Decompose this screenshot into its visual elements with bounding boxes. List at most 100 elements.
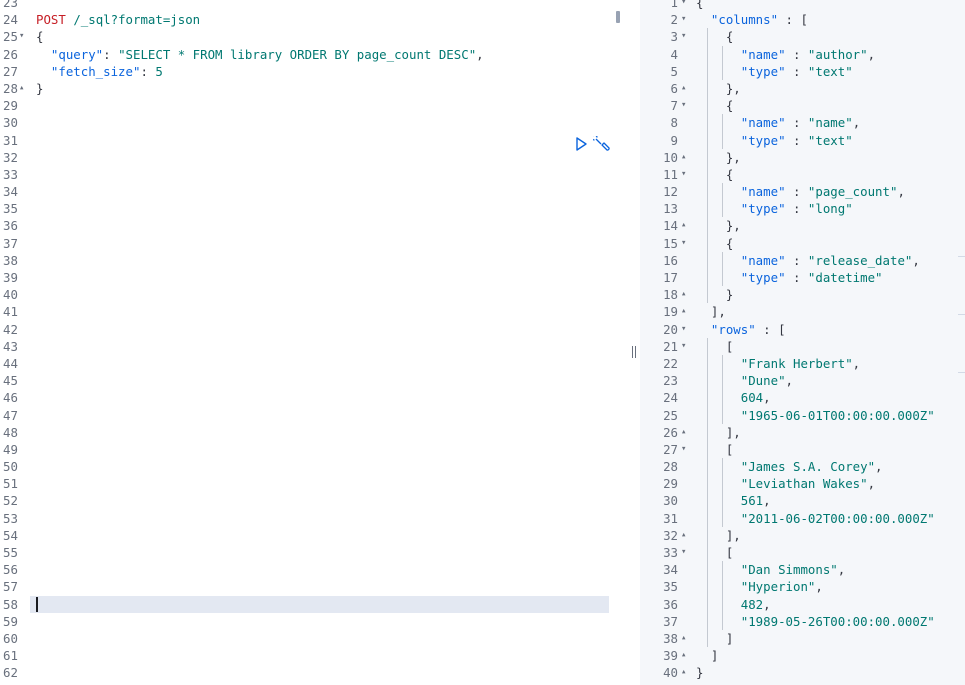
editor-line[interactable]: 50 — [0, 458, 628, 475]
editor-line[interactable]: 45 — [0, 372, 628, 389]
punctuation: : — [785, 46, 801, 62]
editor-line[interactable]: 25 ▾{ — [0, 28, 628, 45]
editor-line[interactable]: 61 — [0, 647, 628, 664]
indent-guide — [707, 79, 709, 98]
json-string: "datetime" — [807, 270, 883, 285]
editor-line[interactable]: 60 — [0, 630, 628, 647]
fold-toggle-icon[interactable]: ▴ — [681, 303, 686, 320]
punctuation: : — [785, 184, 801, 200]
editor-line[interactable]: 48 — [0, 424, 628, 441]
fold-toggle-icon[interactable]: ▾ — [681, 97, 686, 114]
punctuation: , — [867, 46, 876, 62]
editor-line[interactable]: 35 — [0, 200, 628, 217]
fold-toggle-icon[interactable]: ▴ — [681, 149, 686, 166]
wrench-icon[interactable] — [591, 134, 611, 154]
editor-line[interactable]: 37 — [0, 235, 628, 252]
editor-line[interactable]: 49 — [0, 441, 628, 458]
fold-toggle-icon[interactable]: ▴ — [681, 664, 686, 681]
line-number: 23 — [663, 373, 678, 389]
response-line: 21 ▾ [ — [640, 337, 965, 355]
editor-line[interactable]: 30 — [0, 114, 628, 131]
editor-scrollbar-thumb[interactable] — [616, 11, 620, 23]
fold-toggle-icon[interactable]: ▴ — [681, 80, 686, 97]
request-editor[interactable]: 23 24 POST /_sql?format=json 25 ▾{26 "query"… — [0, 0, 628, 685]
fold-toggle-icon[interactable]: ▾ — [19, 28, 24, 45]
editor-line[interactable]: 57 — [0, 578, 628, 595]
editor-line[interactable]: 28 ▴} — [0, 80, 628, 97]
editor-line[interactable]: 53 — [0, 510, 628, 527]
editor-line[interactable]: 38 — [0, 252, 628, 269]
editor-line[interactable]: 36 — [0, 217, 628, 234]
editor-line[interactable]: 56 — [0, 561, 628, 578]
editor-line[interactable]: 40 — [0, 286, 628, 303]
fold-toggle-icon[interactable]: ▾ — [681, 544, 686, 561]
punctuation: , — [815, 579, 823, 595]
editor-line[interactable]: 34 — [0, 183, 628, 200]
line-number: 36 — [663, 596, 678, 612]
fold-toggle-icon[interactable]: ▾ — [681, 28, 686, 45]
line-number: 22 — [663, 355, 678, 371]
fold-toggle-icon[interactable]: ▾ — [681, 338, 686, 355]
fold-toggle-icon[interactable]: ▴ — [681, 630, 686, 647]
editor-line[interactable]: 32 — [0, 149, 628, 166]
indent-guide — [722, 45, 724, 63]
editor-line[interactable]: 29 — [0, 97, 628, 114]
fold-toggle-icon[interactable]: ▴ — [19, 80, 24, 97]
editor-line[interactable]: 44 — [0, 355, 628, 372]
editor-line[interactable]: 23 — [0, 0, 628, 11]
fold-toggle-icon[interactable]: ▴ — [681, 527, 686, 544]
editor-line[interactable]: 42 — [0, 321, 628, 338]
editor-line[interactable]: 46 — [0, 389, 628, 406]
indent-guide — [722, 131, 724, 149]
response-viewer[interactable]: 1 ▾{2 ▾ "columns" : [3 ▾ {4 "name" : "autho… — [640, 0, 965, 685]
fold-toggle-icon[interactable]: ▾ — [681, 441, 686, 458]
line-number: 30 — [663, 493, 678, 509]
punctuation — [696, 12, 711, 27]
json-key: "type" — [740, 63, 786, 79]
json-key: "name" — [740, 115, 786, 131]
code-text: { — [696, 97, 733, 114]
editor-line[interactable]: 52 — [0, 492, 628, 509]
editor-line[interactable]: 39 — [0, 269, 628, 286]
pane-resizer[interactable] — [628, 0, 640, 685]
fold-toggle-icon[interactable]: ▾ — [681, 166, 686, 183]
editor-line[interactable]: 31 — [0, 132, 628, 149]
punctuation: } — [696, 665, 704, 681]
json-key: "name" — [740, 252, 786, 268]
line-number: 10 — [663, 149, 678, 165]
fold-toggle-icon[interactable]: ▴ — [681, 217, 686, 234]
editor-line[interactable]: 58 — [0, 596, 628, 613]
line-number: 35 — [663, 579, 678, 595]
editor-line[interactable]: 27 "fetch_size": 5 — [0, 63, 628, 80]
punctuation: : — [785, 252, 801, 268]
fold-toggle-icon[interactable]: ▾ — [681, 321, 686, 338]
line-number: 62 — [3, 665, 18, 681]
code-text: "rows" : [ — [696, 321, 786, 338]
fold-toggle-icon[interactable]: ▾ — [681, 235, 686, 252]
editor-line[interactable]: 43 — [0, 338, 628, 355]
line-number: 42 — [3, 321, 18, 337]
indent-guide — [722, 389, 724, 407]
line-number: 5 — [670, 63, 678, 79]
punctuation: { — [36, 29, 44, 45]
editor-line[interactable]: 55 — [0, 544, 628, 561]
line-number: 54 — [3, 527, 18, 543]
editor-line[interactable]: 51 — [0, 475, 628, 492]
fold-toggle-icon[interactable]: ▾ — [681, 0, 686, 11]
punctuation — [696, 47, 741, 62]
editor-line[interactable]: 24 POST /_sql?format=json — [0, 11, 628, 28]
fold-toggle-icon[interactable]: ▴ — [681, 424, 686, 441]
play-icon[interactable] — [574, 136, 592, 154]
editor-line[interactable]: 59 — [0, 613, 628, 630]
editor-line[interactable]: 33 — [0, 166, 628, 183]
editor-line[interactable]: 62 — [0, 664, 628, 681]
json-string: "Dan Simmons" — [740, 562, 838, 578]
editor-line[interactable]: 41 — [0, 303, 628, 320]
editor-line[interactable]: 47 — [0, 407, 628, 424]
fold-toggle-icon[interactable]: ▴ — [681, 286, 686, 303]
fold-toggle-icon[interactable]: ▴ — [681, 647, 686, 664]
fold-toggle-icon[interactable]: ▾ — [681, 11, 686, 28]
editor-line[interactable]: 54 — [0, 527, 628, 544]
editor-line[interactable]: 26 "query": "SELECT * FROM library ORDER… — [0, 46, 628, 63]
punctuation: : — [778, 12, 793, 28]
